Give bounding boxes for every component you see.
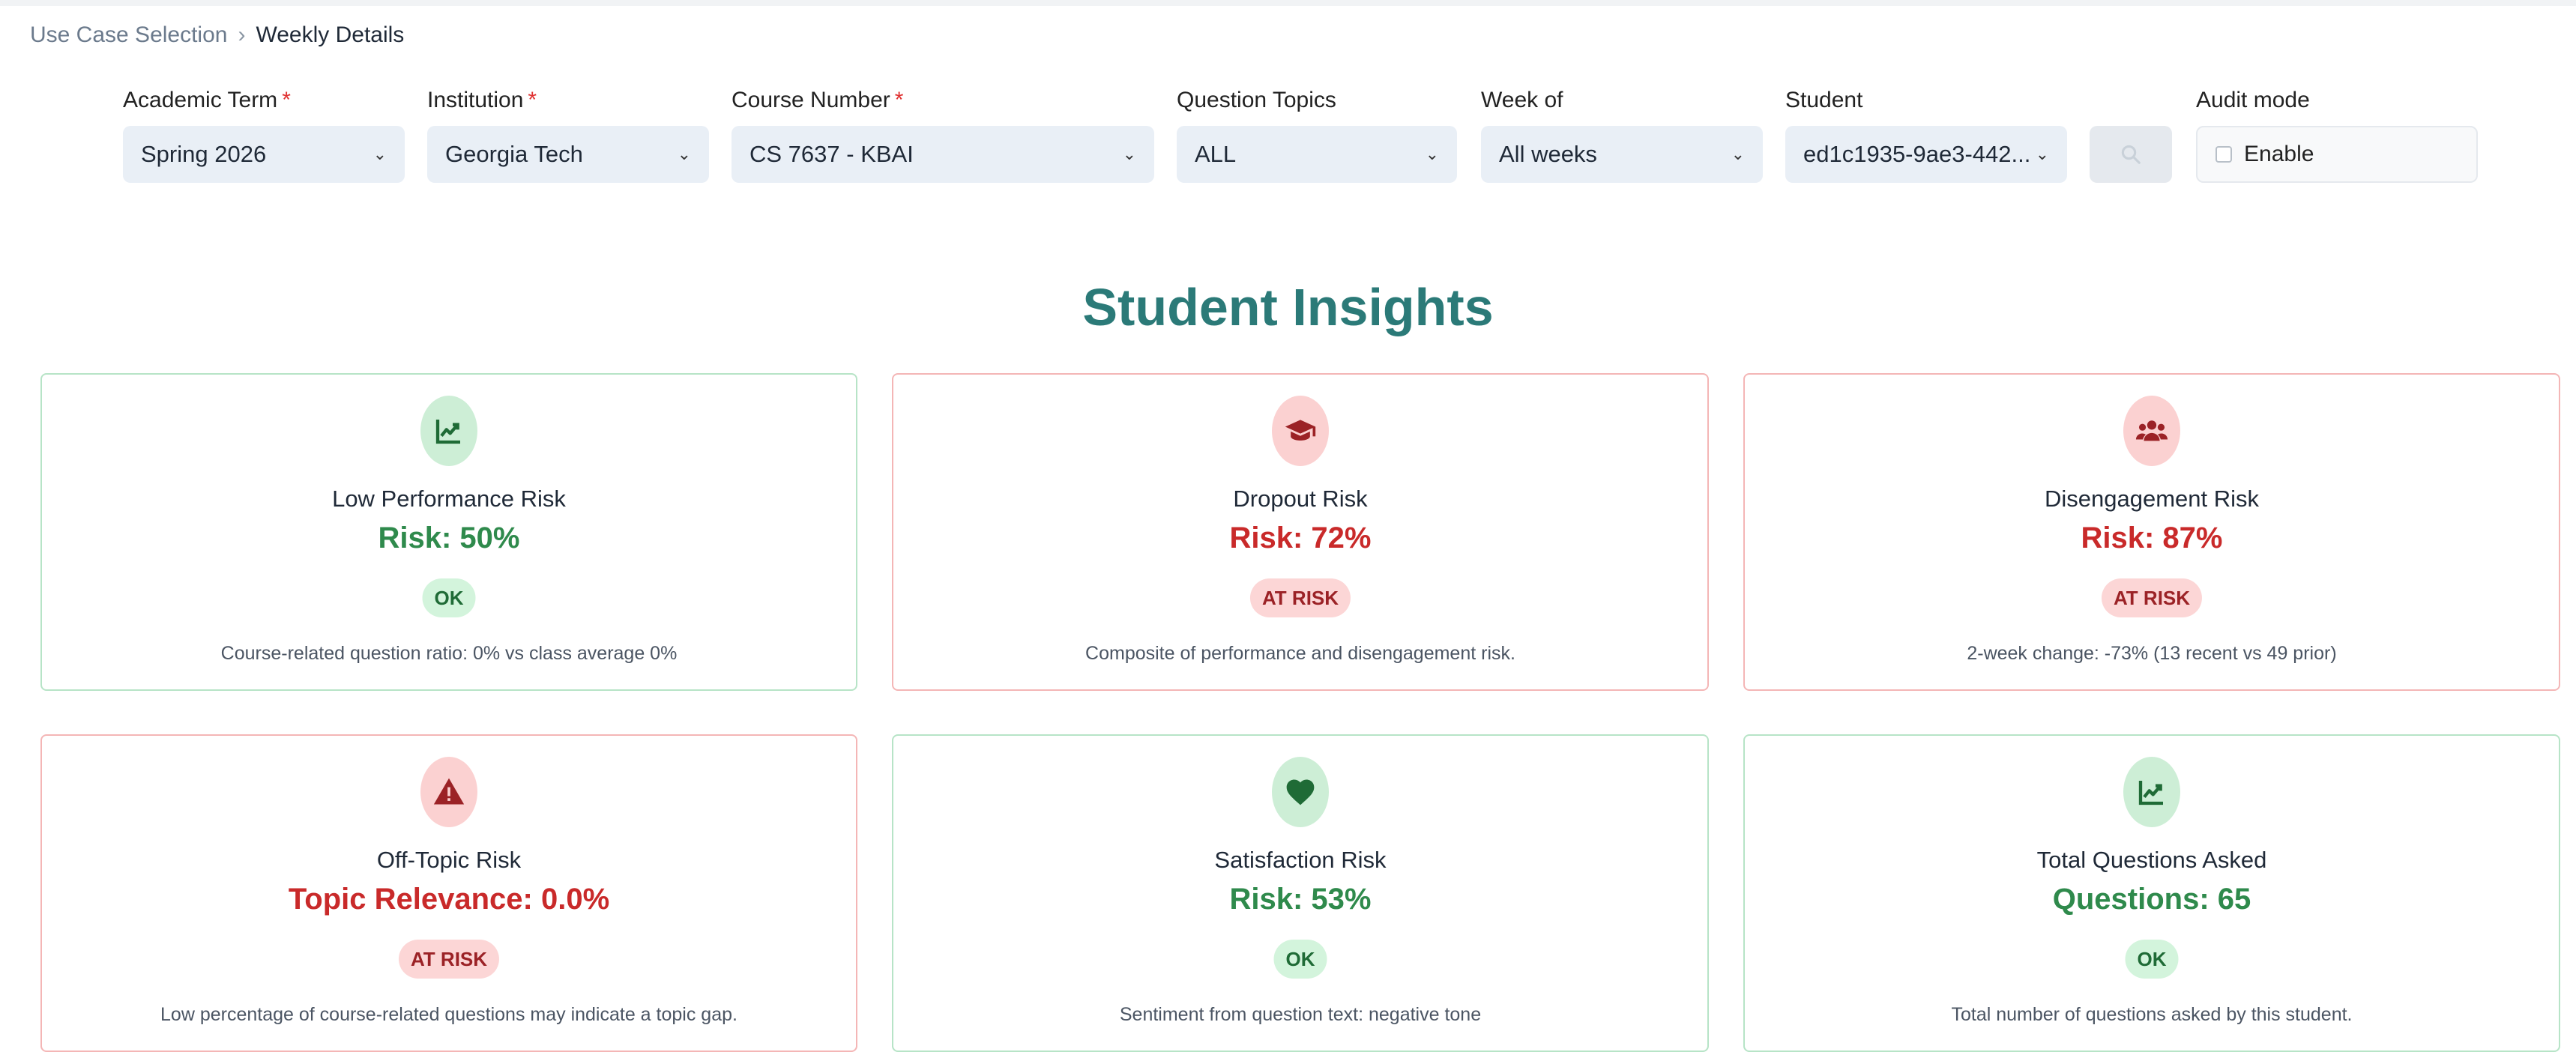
- week-of-value: All weeks: [1499, 141, 1597, 167]
- heart-icon: [1286, 779, 1315, 805]
- chevron-down-icon: ⌄: [1122, 145, 1136, 163]
- card-title: Satisfaction Risk: [1214, 847, 1387, 873]
- graduation-cap-icon: [1285, 420, 1316, 441]
- warning-triangle-icon: [433, 778, 465, 805]
- insight-card-dropout: Dropout Risk Risk: 72% AT RISK Composite…: [892, 373, 1709, 691]
- academic-term-label: Academic Term: [123, 88, 278, 112]
- users-icon: [2135, 420, 2168, 441]
- question-topics-field: Question Topics ALL ⌄: [1177, 85, 1457, 183]
- question-topics-label: Question Topics: [1177, 88, 1336, 112]
- status-badge: AT RISK: [1249, 578, 1351, 617]
- required-marker: *: [528, 88, 537, 112]
- search-icon: [2121, 145, 2141, 164]
- course-number-select[interactable]: CS 7637 - KBAI ⌄: [732, 126, 1154, 183]
- chart-line-icon: [2138, 781, 2163, 805]
- required-marker: *: [282, 88, 291, 112]
- card-description: Composite of performance and disengageme…: [1085, 643, 1515, 664]
- chevron-down-icon: ⌄: [2035, 145, 2049, 163]
- breadcrumb: Use Case Selection › Weekly Details: [30, 22, 404, 48]
- course-number-value: CS 7637 - KBAI: [749, 141, 914, 167]
- student-label: Student: [1785, 88, 1863, 112]
- card-description: Total number of questions asked by this …: [1951, 1004, 2353, 1025]
- card-value: Questions: 65: [2052, 883, 2251, 916]
- student-field: Student ed1c1935-9ae3-442... ⌄: [1785, 85, 2067, 183]
- insight-card-low-performance: Low Performance Risk Risk: 50% OK Course…: [40, 373, 857, 691]
- chevron-down-icon: ⌄: [1731, 145, 1745, 163]
- week-of-field: Week of All weeks ⌄: [1481, 85, 1763, 183]
- insight-card-disengagement: Disengagement Risk Risk: 87% AT RISK 2-w…: [1743, 373, 2560, 691]
- week-of-select[interactable]: All weeks ⌄: [1481, 126, 1763, 183]
- search-button[interactable]: [2090, 126, 2172, 183]
- chevron-down-icon: ⌄: [677, 145, 691, 163]
- card-title: Dropout Risk: [1233, 486, 1368, 512]
- status-badge: AT RISK: [398, 940, 500, 979]
- breadcrumb-separator: ›: [238, 22, 246, 47]
- insight-card-off-topic: Off-Topic Risk Topic Relevance: 0.0% AT …: [40, 734, 857, 1052]
- breadcrumb-use-case-selection[interactable]: Use Case Selection: [30, 22, 227, 48]
- student-select[interactable]: ed1c1935-9ae3-442... ⌄: [1785, 126, 2067, 183]
- academic-term-field: Academic Term * Spring 2026 ⌄: [123, 85, 405, 183]
- required-marker: *: [894, 88, 904, 112]
- chevron-down-icon: ⌄: [372, 145, 387, 163]
- card-title: Disengagement Risk: [2044, 486, 2260, 512]
- course-number-field: Course Number * CS 7637 - KBAI ⌄: [732, 85, 1154, 183]
- card-description: Low percentage of course-related questio…: [160, 1004, 737, 1025]
- breadcrumb-current: Weekly Details: [256, 22, 405, 47]
- audit-mode-checkbox[interactable]: [2215, 146, 2232, 163]
- status-badge: OK: [1273, 940, 1327, 979]
- chevron-down-icon: ⌄: [1425, 145, 1439, 163]
- student-value: ed1c1935-9ae3-442...: [1803, 141, 2031, 167]
- audit-mode-label: Audit mode: [2196, 88, 2310, 112]
- page-title: Student Insights: [1082, 278, 1494, 336]
- week-of-label: Week of: [1481, 88, 1563, 112]
- card-title: Low Performance Risk: [332, 486, 566, 512]
- institution-field: Institution * Georgia Tech ⌄: [427, 85, 709, 183]
- card-value: Risk: 87%: [2081, 522, 2223, 554]
- academic-term-select[interactable]: Spring 2026 ⌄: [123, 126, 405, 183]
- insight-card-total-questions: Total Questions Asked Questions: 65 OK T…: [1743, 734, 2560, 1052]
- question-topics-value: ALL: [1195, 141, 1237, 167]
- audit-mode-field: Audit mode Enable: [2196, 85, 2478, 183]
- card-value: Risk: 72%: [1229, 522, 1372, 554]
- institution-value: Georgia Tech: [445, 141, 583, 167]
- question-topics-select[interactable]: ALL ⌄: [1177, 126, 1457, 183]
- insight-card-satisfaction: Satisfaction Risk Risk: 53% OK Sentiment…: [892, 734, 1709, 1052]
- chart-line-icon: [435, 420, 460, 444]
- status-badge: AT RISK: [2101, 578, 2203, 617]
- card-description: Sentiment from question text: negative t…: [1119, 1004, 1482, 1025]
- course-number-label: Course Number: [732, 88, 890, 112]
- card-description: Course-related question ratio: 0% vs cla…: [220, 643, 678, 664]
- institution-label: Institution: [427, 88, 524, 112]
- card-value: Topic Relevance: 0.0%: [288, 883, 610, 916]
- top-divider: [0, 0, 2576, 6]
- card-title: Total Questions Asked: [2036, 847, 2267, 873]
- card-value: Risk: 53%: [1229, 883, 1372, 916]
- audit-mode-enable-label: Enable: [2244, 142, 2314, 166]
- academic-term-value: Spring 2026: [141, 141, 267, 167]
- status-badge: OK: [422, 578, 476, 617]
- institution-select[interactable]: Georgia Tech ⌄: [427, 126, 709, 183]
- card-value: Risk: 50%: [378, 522, 520, 554]
- card-description: 2-week change: -73% (13 recent vs 49 pri…: [1967, 643, 2337, 664]
- status-badge: OK: [2125, 940, 2179, 979]
- card-title: Off-Topic Risk: [376, 847, 522, 873]
- audit-mode-toggle[interactable]: Enable: [2196, 126, 2478, 183]
